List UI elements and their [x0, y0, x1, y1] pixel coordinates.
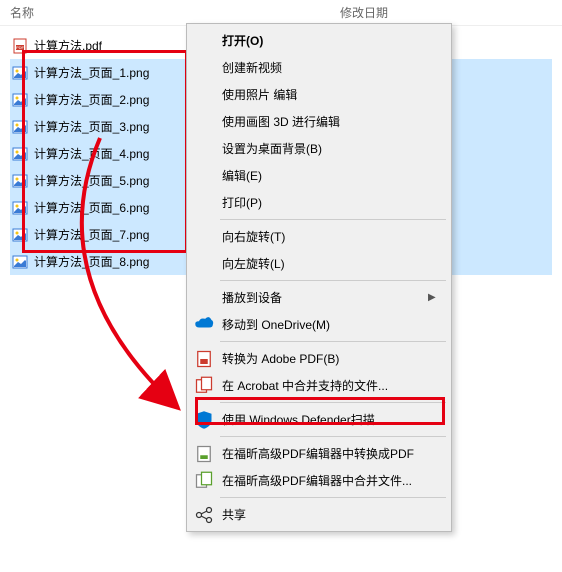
menu-edit[interactable]: 编辑(E)	[190, 162, 448, 189]
blank-icon	[194, 33, 214, 49]
share-icon	[194, 507, 214, 523]
blank-icon	[194, 87, 214, 103]
file-label: 计算方法_页面_3.png	[34, 118, 149, 135]
file-label: 计算方法_页面_6.png	[34, 199, 149, 216]
menu-separator	[220, 341, 446, 342]
blank-icon	[194, 229, 214, 245]
image-icon	[12, 119, 28, 135]
file-label: 计算方法_页面_2.png	[34, 91, 149, 108]
menu-edit-paint3d[interactable]: 使用画图 3D 进行编辑	[190, 108, 448, 135]
adobe-pdf-icon	[194, 351, 214, 367]
menu-defender-scan[interactable]: 使用 Windows Defender扫描...	[190, 406, 448, 433]
menu-edit-photos[interactable]: 使用照片 编辑	[190, 81, 448, 108]
menu-rotate-left[interactable]: 向左旋转(L)	[190, 250, 448, 277]
menu-create-video[interactable]: 创建新视频	[190, 54, 448, 81]
image-icon	[12, 146, 28, 162]
menu-share[interactable]: 共享	[190, 501, 448, 528]
foxit-combine-icon	[194, 473, 214, 489]
blank-icon	[194, 60, 214, 76]
menu-convert-adobe-pdf[interactable]: 转换为 Adobe PDF(B)	[190, 345, 448, 372]
menu-separator	[220, 219, 446, 220]
image-icon	[12, 200, 28, 216]
submenu-arrow-icon: ▶	[428, 292, 438, 303]
blank-icon	[194, 168, 214, 184]
menu-foxit-combine[interactable]: 在福昕高级PDF编辑器中合并文件...	[190, 467, 448, 494]
menu-print[interactable]: 打印(P)	[190, 189, 448, 216]
image-icon	[12, 227, 28, 243]
context-menu: 打开(O) 创建新视频 使用照片 编辑 使用画图 3D 进行编辑 设置为桌面背景…	[186, 23, 452, 532]
blank-icon	[194, 290, 214, 306]
file-label: 计算方法_页面_1.png	[34, 64, 149, 81]
svg-text:PDF: PDF	[16, 45, 25, 50]
pdf-icon: PDF	[12, 38, 28, 54]
menu-separator	[220, 402, 446, 403]
menu-separator	[220, 497, 446, 498]
blank-icon	[194, 114, 214, 130]
blank-icon	[194, 195, 214, 211]
menu-foxit-convert[interactable]: 在福昕高级PDF编辑器中转换成PDF	[190, 440, 448, 467]
image-icon	[12, 92, 28, 108]
file-label: 计算方法_页面_7.png	[34, 226, 149, 243]
file-label: 计算方法_页面_4.png	[34, 145, 149, 162]
image-icon	[12, 254, 28, 270]
menu-separator	[220, 436, 446, 437]
menu-cast-device[interactable]: 播放到设备 ▶	[190, 284, 448, 311]
file-label: 计算方法_页面_5.png	[34, 172, 149, 189]
header-date[interactable]: 修改日期	[340, 4, 552, 21]
blank-icon	[194, 141, 214, 157]
image-icon	[12, 173, 28, 189]
onedrive-icon	[194, 317, 214, 333]
image-icon	[12, 65, 28, 81]
defender-shield-icon	[194, 412, 214, 428]
file-label: 计算方法_页面_8.png	[34, 253, 149, 270]
menu-combine-acrobat[interactable]: 在 Acrobat 中合并支持的文件...	[190, 372, 448, 399]
menu-rotate-right[interactable]: 向右旋转(T)	[190, 223, 448, 250]
header-name[interactable]: 名称	[10, 4, 340, 21]
menu-open[interactable]: 打开(O)	[190, 27, 448, 54]
adobe-combine-icon	[194, 378, 214, 394]
menu-set-background[interactable]: 设置为桌面背景(B)	[190, 135, 448, 162]
foxit-icon	[194, 446, 214, 462]
file-label: 计算方法.pdf	[34, 37, 102, 54]
menu-onedrive[interactable]: 移动到 OneDrive(M)	[190, 311, 448, 338]
menu-separator	[220, 280, 446, 281]
blank-icon	[194, 256, 214, 272]
